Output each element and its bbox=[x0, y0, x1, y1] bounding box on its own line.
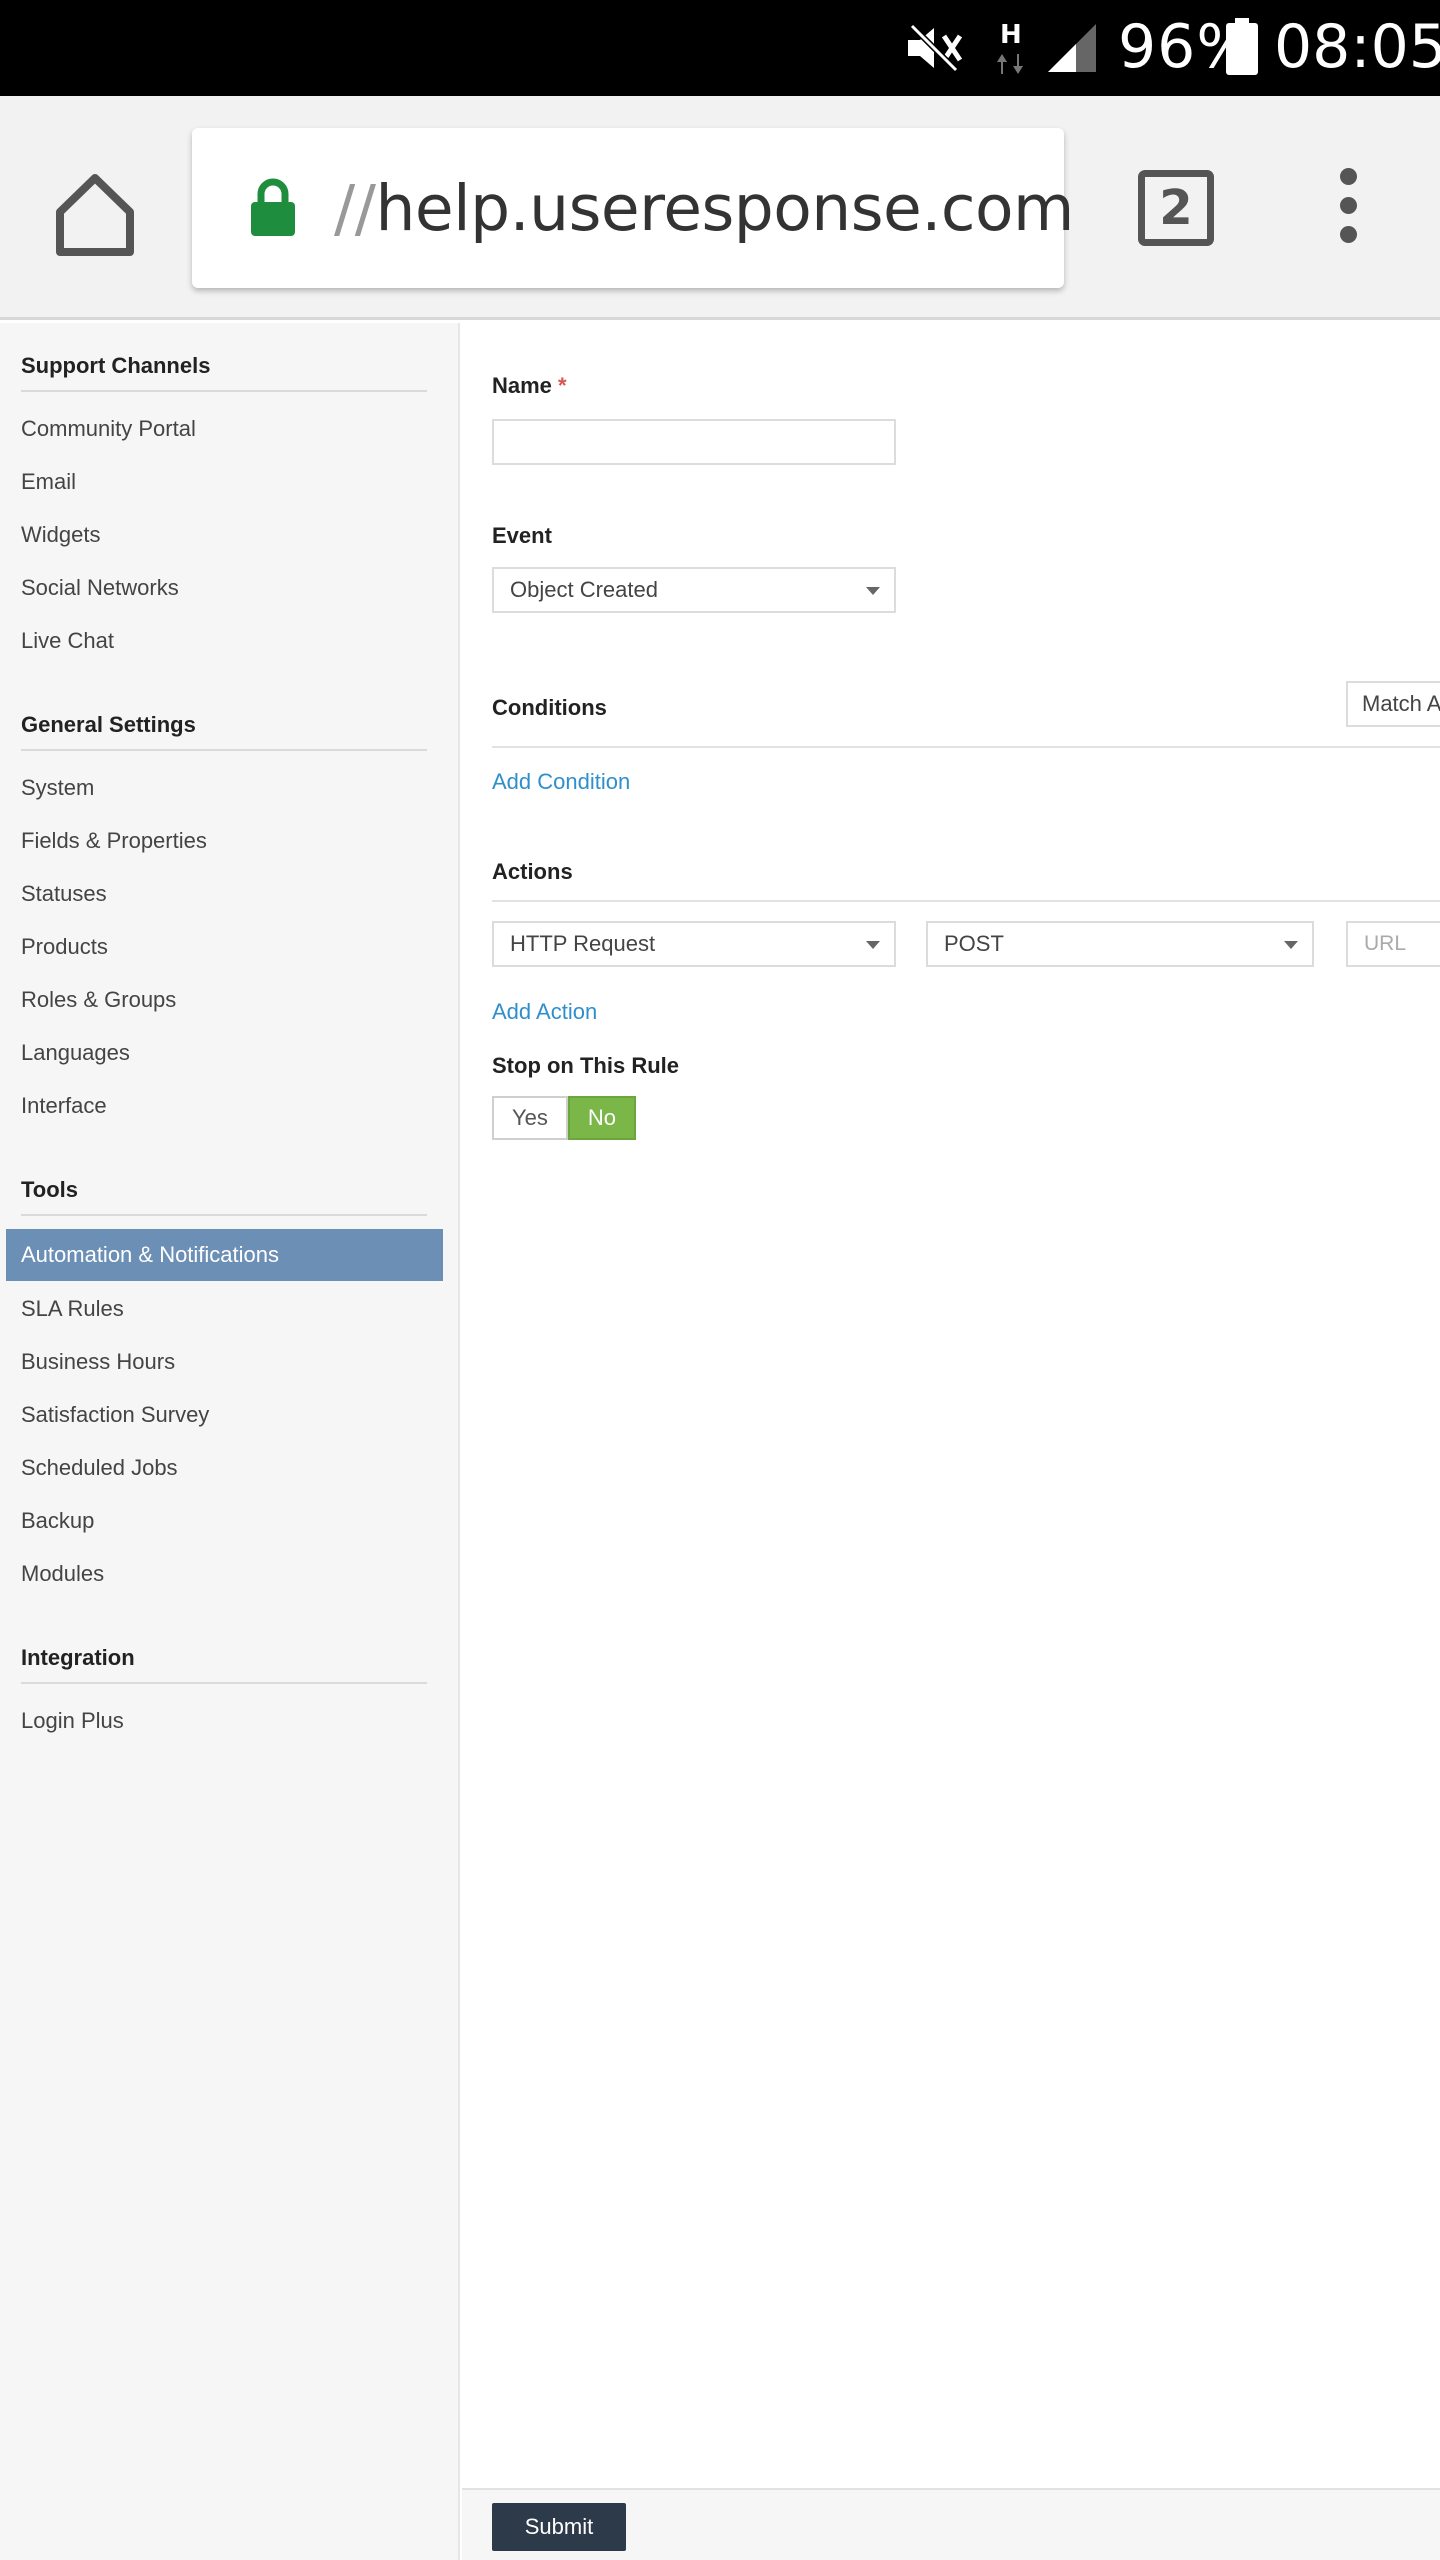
signal-icon bbox=[1048, 24, 1096, 72]
sidebar-item-widgets[interactable]: Widgets bbox=[6, 509, 443, 561]
battery-icon bbox=[1226, 18, 1258, 75]
chevron-down-icon bbox=[1284, 941, 1298, 949]
rule-form: Name * Event Object Created Conditions M… bbox=[462, 323, 1440, 2560]
event-label: Event bbox=[492, 523, 552, 548]
http-method-value: POST bbox=[944, 931, 1004, 956]
sidebar-item-sla-rules[interactable]: SLA Rules bbox=[6, 1283, 443, 1335]
sidebar-item-system[interactable]: System bbox=[6, 762, 443, 814]
section-title-tools: Tools bbox=[21, 1177, 79, 1202]
address-bar[interactable]: //help.useresponse.com bbox=[192, 128, 1074, 288]
tabs-icon[interactable]: 2 bbox=[1138, 170, 1214, 246]
divider bbox=[21, 1682, 427, 1684]
event-select[interactable]: Object Created bbox=[492, 567, 896, 613]
overflow-menu-icon[interactable] bbox=[1328, 168, 1368, 248]
action-type-value: HTTP Request bbox=[510, 931, 656, 956]
sidebar-item-fields-properties[interactable]: Fields & Properties bbox=[6, 815, 443, 867]
actions-divider bbox=[492, 900, 1440, 902]
lock-icon bbox=[251, 178, 295, 236]
tab-count: 2 bbox=[1159, 180, 1193, 236]
sidebar-item-scheduled-jobs[interactable]: Scheduled Jobs bbox=[6, 1442, 443, 1494]
stop-rule-toggle: Yes No bbox=[492, 1096, 637, 1140]
url-placeholder: URL bbox=[1364, 932, 1407, 955]
sidebar-item-interface[interactable]: Interface bbox=[6, 1080, 443, 1132]
home-icon[interactable] bbox=[50, 168, 140, 258]
url-host: help.useresponse.com bbox=[375, 172, 1074, 245]
url-text: //help.useresponse.com bbox=[334, 172, 1074, 245]
chevron-down-icon bbox=[866, 941, 880, 949]
divider bbox=[21, 749, 427, 751]
divider bbox=[21, 390, 427, 392]
required-marker: * bbox=[558, 373, 567, 398]
url-scheme: // bbox=[334, 172, 376, 245]
section-title-general-settings: General Settings bbox=[21, 712, 196, 737]
sidebar-item-satisfaction-survey[interactable]: Satisfaction Survey bbox=[6, 1389, 443, 1441]
match-select-value: Match A bbox=[1362, 691, 1440, 716]
sidebar-item-community-portal[interactable]: Community Portal bbox=[6, 403, 443, 455]
stop-rule-yes-button[interactable]: Yes bbox=[492, 1096, 568, 1140]
event-select-value: Object Created bbox=[510, 577, 658, 602]
add-action-link[interactable]: Add Action bbox=[492, 999, 597, 1025]
section-title-support-channels: Support Channels bbox=[21, 353, 211, 378]
conditions-divider bbox=[492, 746, 1440, 748]
conditions-label: Conditions bbox=[492, 695, 607, 720]
sidebar-item-statuses[interactable]: Statuses bbox=[6, 868, 443, 920]
name-label: Name * bbox=[492, 373, 567, 398]
network-h-icon: H bbox=[996, 20, 1026, 76]
divider bbox=[21, 1214, 427, 1216]
clock: 08:05 bbox=[1274, 12, 1440, 82]
mute-icon bbox=[908, 23, 963, 73]
sidebar-item-email[interactable]: Email bbox=[6, 456, 443, 508]
url-input[interactable]: URL bbox=[1346, 921, 1440, 967]
sidebar-item-modules[interactable]: Modules bbox=[6, 1548, 443, 1600]
sidebar-item-backup[interactable]: Backup bbox=[6, 1495, 443, 1547]
sidebar-item-live-chat[interactable]: Live Chat bbox=[6, 615, 443, 667]
sidebar-item-business-hours[interactable]: Business Hours bbox=[6, 1336, 443, 1388]
match-select[interactable]: Match A bbox=[1346, 681, 1440, 727]
actions-label: Actions bbox=[492, 859, 573, 884]
browser-toolbar: //help.useresponse.com 2 bbox=[0, 96, 1440, 320]
sidebar-item-login-plus[interactable]: Login Plus bbox=[6, 1695, 443, 1747]
sidebar-item-roles-groups[interactable]: Roles & Groups bbox=[6, 974, 443, 1026]
name-input[interactable] bbox=[492, 419, 896, 465]
add-condition-link[interactable]: Add Condition bbox=[492, 769, 630, 795]
section-title-integration: Integration bbox=[21, 1645, 135, 1670]
sidebar-item-social-networks[interactable]: Social Networks bbox=[6, 562, 443, 614]
status-bar: H 96% 08:05 bbox=[0, 0, 1440, 96]
settings-sidebar: Support Channels Community Portal Email … bbox=[0, 323, 460, 2560]
chevron-down-icon bbox=[866, 587, 880, 595]
submit-button[interactable]: Submit bbox=[492, 2503, 626, 2551]
stop-rule-label: Stop on This Rule bbox=[492, 1053, 679, 1078]
sidebar-item-automation-notifications[interactable]: Automation & Notifications bbox=[6, 1229, 443, 1281]
action-type-select[interactable]: HTTP Request bbox=[492, 921, 896, 967]
stop-rule-no-button[interactable]: No bbox=[567, 1096, 637, 1140]
http-method-select[interactable]: POST bbox=[926, 921, 1314, 967]
sidebar-item-products[interactable]: Products bbox=[6, 921, 443, 973]
sidebar-item-languages[interactable]: Languages bbox=[6, 1027, 443, 1079]
